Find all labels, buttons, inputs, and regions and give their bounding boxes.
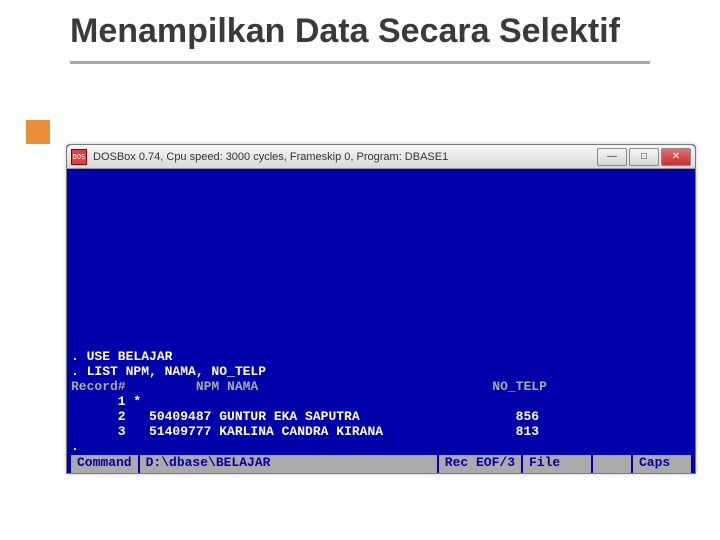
slide-title: Menampilkan Data Secara Selektif bbox=[0, 0, 720, 57]
window-controls: — □ ✕ bbox=[597, 148, 691, 166]
window-titlebar[interactable]: DOS DOSBox 0.74, Cpu speed: 3000 cycles,… bbox=[67, 145, 695, 169]
list-row-3: 3 51409777 KARLINA CANDRA KIRANA 813 bbox=[71, 424, 539, 439]
accent-square bbox=[26, 120, 50, 144]
terminal[interactable]: . USE BELAJAR . LIST NPM, NAMA, NO_TELP … bbox=[67, 169, 695, 473]
list-row-2: 2 50409487 GUNTUR EKA SAPUTRA 856 bbox=[71, 409, 539, 424]
status-path: D:\dbase\BELAJAR bbox=[138, 455, 437, 473]
title-underline bbox=[70, 61, 650, 64]
cmd-line-1: . USE BELAJAR bbox=[71, 349, 172, 364]
prompt-dot: . bbox=[71, 439, 79, 454]
dosbox-icon: DOS bbox=[71, 149, 87, 165]
status-file: File bbox=[521, 455, 591, 473]
status-bar: Command D:\dbase\BELAJAR Rec EOF/3 File … bbox=[71, 455, 691, 473]
window-title-text: DOSBox 0.74, Cpu speed: 3000 cycles, Fra… bbox=[93, 151, 597, 163]
minimize-button[interactable]: — bbox=[597, 148, 627, 166]
list-header: Record# NPM NAMA NO_TELP bbox=[71, 379, 547, 394]
status-rec: Rec EOF/3 bbox=[437, 455, 521, 473]
list-row-1: 1 * bbox=[71, 394, 141, 409]
status-command-label: Command bbox=[71, 455, 138, 473]
cmd-line-2: . LIST NPM, NAMA, NO_TELP bbox=[71, 364, 266, 379]
close-button[interactable]: ✕ bbox=[661, 148, 691, 166]
status-caps: Caps bbox=[631, 455, 691, 473]
dosbox-window: DOS DOSBox 0.74, Cpu speed: 3000 cycles,… bbox=[66, 144, 696, 474]
status-spacer bbox=[591, 455, 631, 473]
terminal-output: . USE BELAJAR . LIST NPM, NAMA, NO_TELP … bbox=[71, 171, 691, 455]
maximize-button[interactable]: □ bbox=[629, 148, 659, 166]
